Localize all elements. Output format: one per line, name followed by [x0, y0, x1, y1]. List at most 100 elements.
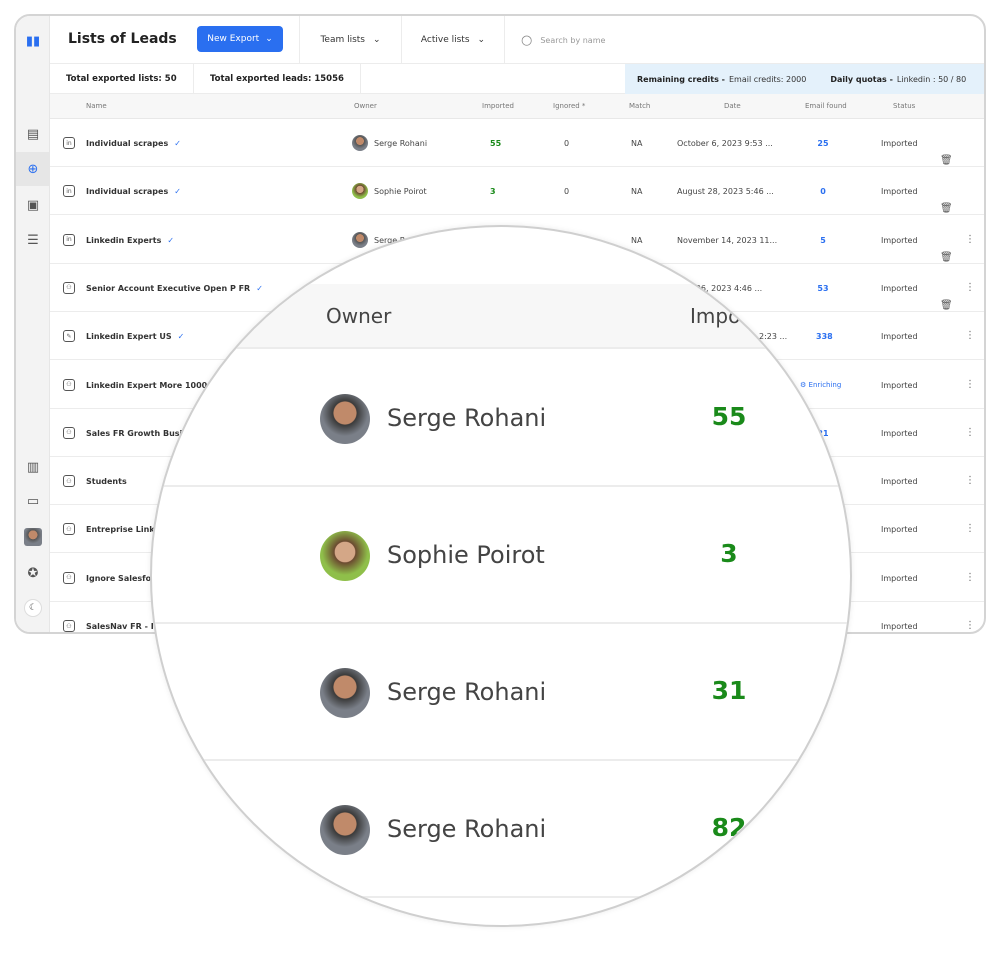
group-icon: ⚇: [63, 523, 75, 536]
sidebar: ▮▮ ▤ ⊕ ▣ ☰ ▥ ▭ ✪ ☾: [16, 16, 50, 632]
page-title: Lists of Leads: [68, 31, 177, 47]
list-icon[interactable]: ☰: [16, 223, 50, 257]
status-value: Imported: [881, 622, 918, 631]
table-header: Name Owner Imported Ignored * Match Date…: [50, 94, 984, 119]
more-options-icon[interactable]: ⋮: [965, 379, 975, 390]
more-options-icon[interactable]: ⋮: [965, 234, 975, 245]
magnified-row: Serge Rohani 55: [152, 350, 850, 487]
quota-value: Linkedin : 50 / 80: [896, 74, 967, 84]
quota-label: Daily quotas -: [830, 74, 893, 84]
owner-avatar: [320, 531, 370, 581]
email-found[interactable]: 5: [816, 236, 830, 245]
magnified-row: Sophie Poirot 3: [152, 487, 850, 624]
list-name-text: Ignore Salesfo: [86, 573, 152, 583]
trash-icon[interactable]: 🗑︎: [940, 300, 953, 311]
dark-mode-icon[interactable]: ☾: [16, 591, 50, 625]
team-lists-dropdown[interactable]: Team lists ⌄: [299, 16, 401, 64]
list-name[interactable]: Linkedin Experts ✓: [86, 236, 174, 245]
search-input[interactable]: ○ Search by name: [504, 16, 605, 64]
list-name-text: SalesNav FR - I: [86, 622, 154, 631]
verified-icon: ✓: [167, 235, 175, 245]
more-options-icon[interactable]: ⋮: [965, 330, 975, 341]
active-lists-dropdown[interactable]: Active lists ⌄: [401, 16, 504, 64]
list-name-text: Individual scrapes: [86, 139, 169, 148]
trash-icon[interactable]: 🗑︎: [940, 252, 953, 263]
credit-card-icon[interactable]: ▭: [16, 484, 50, 518]
match-value: NA: [631, 235, 643, 245]
owner-avatar: [352, 231, 368, 248]
logo-icon: ▮▮: [25, 33, 41, 49]
match-value: NA: [631, 139, 643, 148]
col-owner[interactable]: Owner: [354, 102, 377, 110]
owner-name: Serge Rohani: [387, 815, 547, 843]
list-name[interactable]: Ignore Salesfo: [86, 574, 151, 583]
owner-avatar: [320, 394, 370, 444]
col-name[interactable]: Name: [86, 102, 107, 110]
status-value: Imported: [881, 380, 918, 390]
linkedin-icon: in: [63, 233, 75, 246]
imported-value: 3: [720, 539, 738, 568]
total-leads: Total exported leads: 15056: [194, 64, 361, 94]
credits-value: Email credits: 2000: [728, 74, 807, 84]
imported-count: 3: [490, 187, 496, 197]
col-match[interactable]: Match: [629, 102, 650, 110]
col-ignored[interactable]: Ignored *: [553, 102, 585, 110]
email-found[interactable]: 25: [816, 139, 830, 148]
owner-avatar: [352, 135, 368, 151]
col-status[interactable]: Status: [893, 102, 915, 110]
status-value: Imported: [881, 477, 918, 487]
trash-icon[interactable]: 🗑︎: [940, 203, 953, 214]
owner-name: Sophie Poirot: [387, 541, 545, 569]
owner-avatar: [320, 805, 370, 855]
new-export-button[interactable]: New Export ⌄: [197, 26, 283, 52]
linkedin-icon: in: [63, 137, 75, 149]
owner-name: Serge Rohani: [374, 139, 428, 148]
owner-name: Serge Rohani: [387, 678, 547, 706]
date-value: November 14, 2023 11...: [677, 235, 778, 245]
more-options-icon[interactable]: ⋮: [965, 475, 975, 486]
status-value: Imported: [881, 428, 918, 438]
avatar[interactable]: [16, 520, 50, 554]
chevron-down-icon: ⌄: [265, 34, 273, 44]
date-value: August 28, 2023 5:46 ...: [677, 187, 774, 197]
group-icon: ⚇: [63, 281, 75, 294]
more-options-icon[interactable]: ⋮: [965, 620, 975, 631]
trash-icon[interactable]: 🗑︎: [940, 155, 953, 166]
list-name[interactable]: Individual scrapes ✓: [86, 187, 181, 196]
list-name-text: Entreprise Link: [86, 525, 155, 535]
list-name[interactable]: SalesNav FR - I: [86, 622, 154, 631]
search-icon: ○: [521, 32, 533, 48]
col-email[interactable]: Email found: [805, 102, 847, 110]
more-options-icon[interactable]: ⋮: [965, 282, 975, 293]
table-row[interactable]: in Individual scrapes ✓ Sophie Poirot 3 0 NA A…: [50, 167, 984, 216]
group-icon: ⚇: [63, 475, 75, 488]
magnified-row: Serge Rohani 31: [152, 624, 850, 761]
col-imported[interactable]: Imported: [482, 102, 514, 110]
list-name-text: Students: [86, 477, 127, 487]
verified-icon: ✓: [174, 139, 181, 148]
group-icon: ⚇: [63, 571, 75, 584]
imported-header: Impo: [690, 304, 741, 328]
list-name[interactable]: Students: [86, 477, 127, 486]
owner-name: Serge Rohani: [387, 404, 547, 432]
more-options-icon[interactable]: ⋮: [965, 523, 975, 534]
imported-value: 31: [711, 676, 747, 705]
col-date[interactable]: Date: [724, 102, 741, 110]
linkedin-icon: in: [63, 185, 75, 198]
search-placeholder: Search by name: [540, 35, 606, 45]
target-icon[interactable]: ⊕: [16, 152, 50, 186]
status-value: Imported: [881, 187, 918, 197]
owner-name: Sophie Poirot: [374, 187, 427, 197]
more-options-icon[interactable]: ⋮: [965, 572, 975, 583]
documents-icon[interactable]: ▥: [16, 450, 50, 484]
table-row[interactable]: in Individual scrapes ✓ Serge Rohani 55 0 NA O…: [50, 119, 984, 167]
more-options-icon[interactable]: ⋮: [965, 427, 975, 438]
list-name[interactable]: Entreprise Link: [86, 525, 155, 534]
award-icon[interactable]: ✪: [16, 556, 50, 590]
list-name[interactable]: Individual scrapes ✓: [86, 139, 181, 148]
email-found[interactable]: 0: [816, 187, 830, 196]
messages-icon[interactable]: ▤: [16, 117, 50, 151]
board-icon[interactable]: ▣: [16, 188, 50, 222]
status-value: Imported: [881, 235, 918, 245]
credits-label: Remaining credits -: [637, 74, 725, 84]
